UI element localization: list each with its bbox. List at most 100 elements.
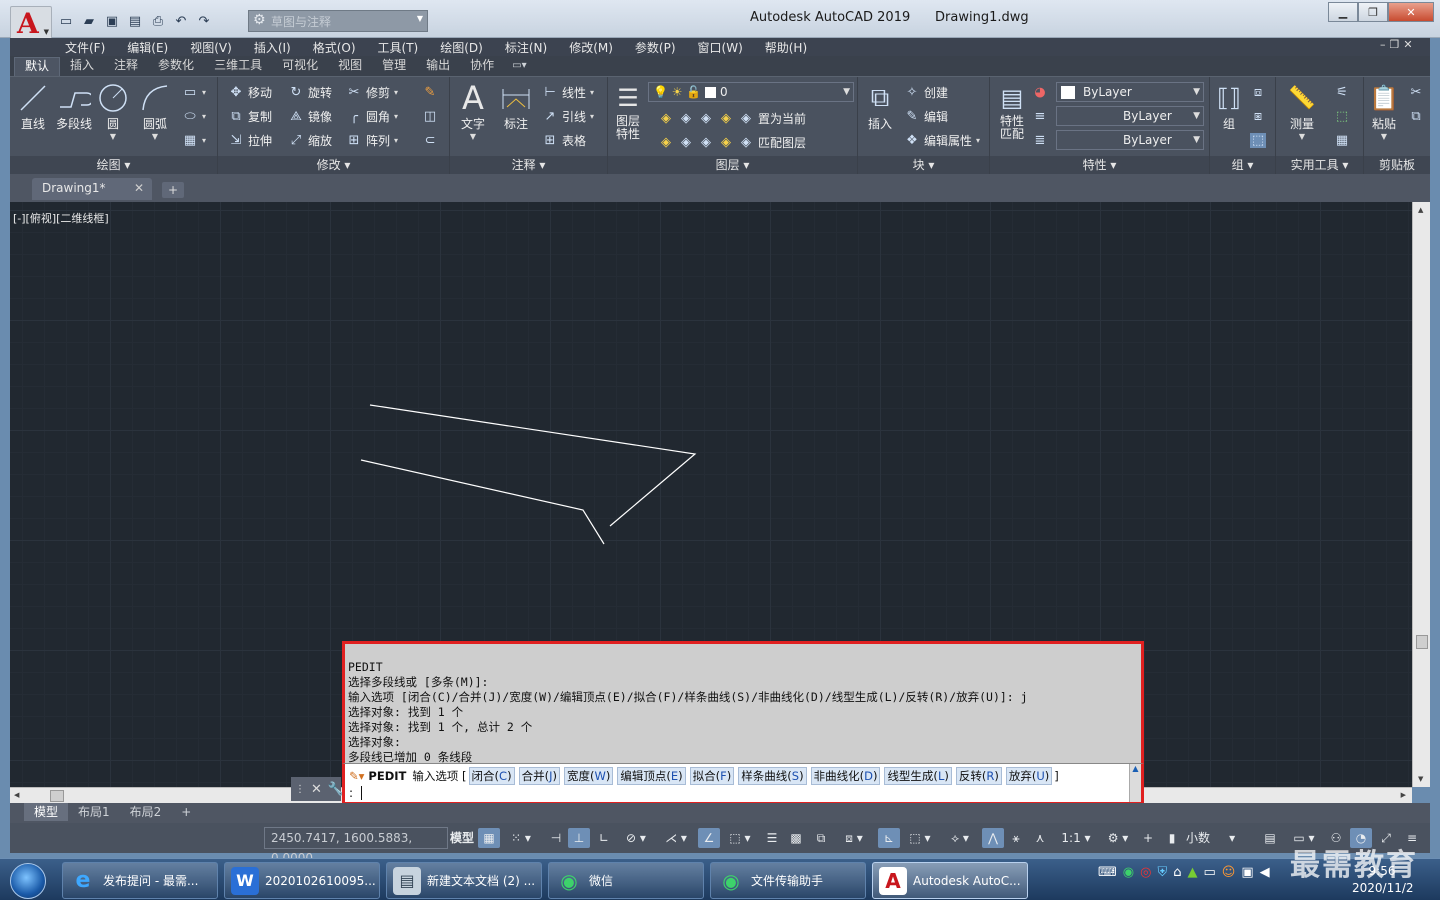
- paste-button[interactable]: 📋 粘贴 ▼: [1366, 81, 1402, 141]
- nvidia-icon[interactable]: ▲: [1187, 865, 1197, 880]
- cut-button[interactable]: ✂: [1408, 81, 1424, 103]
- linetype-icon[interactable]: ≡: [1032, 105, 1048, 127]
- security-icon[interactable]: ⛨: [1157, 865, 1167, 880]
- tab-annotate[interactable]: 注释: [104, 57, 148, 76]
- measure-button[interactable]: 📏 测量 ▼: [1282, 81, 1322, 142]
- group-edit-button[interactable]: ⧆: [1250, 105, 1266, 127]
- match-layer-button[interactable]: 匹配图层: [758, 134, 806, 151]
- command-input[interactable]: ✎▾ PEDIT 输入选项 [ 闭合(C) 合并(J) 宽度(W) 编辑顶点(E…: [342, 763, 1144, 805]
- tab-3d-tools[interactable]: 三维工具: [204, 57, 272, 76]
- horizontal-scroll-thumb[interactable]: [50, 790, 64, 802]
- menu-view[interactable]: 视图(V): [179, 39, 243, 56]
- menu-window[interactable]: 窗口(W): [687, 39, 754, 56]
- monitor-icon[interactable]: ▣: [1241, 865, 1253, 880]
- tab-layout1[interactable]: 布局1: [68, 803, 120, 821]
- wechat-tray-icon[interactable]: ◉: [1123, 865, 1134, 880]
- option-close[interactable]: 闭合(C): [468, 767, 515, 785]
- edit-attributes-button[interactable]: ❖ 编辑属性 ▾: [904, 129, 980, 151]
- infer-constraints-icon[interactable]: ⊣: [546, 828, 566, 848]
- taskbar-item-browser[interactable]: e 发布提问 - 最需...: [62, 862, 218, 899]
- redo-icon[interactable]: ↷: [194, 12, 214, 30]
- option-fit[interactable]: 拟合(F): [689, 767, 735, 785]
- polar-tracking-icon[interactable]: ⊘ ▾: [618, 828, 654, 848]
- menu-modify[interactable]: 修改(M): [558, 39, 624, 56]
- polyline-upper[interactable]: [369, 404, 697, 527]
- display-icon[interactable]: ▭: [1203, 865, 1215, 880]
- tab-home[interactable]: 默认: [14, 57, 61, 76]
- ribbon-options-icon[interactable]: ▭▾: [504, 57, 534, 76]
- scale-button[interactable]: ⤢ 缩放: [288, 129, 332, 151]
- netease-icon[interactable]: ◎: [1140, 865, 1151, 880]
- start-button[interactable]: [2, 859, 54, 900]
- volume-icon[interactable]: ◀: [1260, 865, 1270, 880]
- close-button[interactable]: ✕: [1388, 2, 1434, 22]
- menu-edit[interactable]: 编辑(E): [116, 39, 179, 56]
- selection-filter-icon[interactable]: ⬚ ▾: [902, 828, 938, 848]
- menu-help[interactable]: 帮助(H): [754, 39, 818, 56]
- print-icon[interactable]: ⎙: [148, 12, 168, 30]
- ungroup-button[interactable]: ⧈: [1250, 81, 1266, 103]
- tab-insert[interactable]: 插入: [60, 57, 104, 76]
- layer-on-icon[interactable]: ◈: [658, 135, 674, 150]
- hatch-button[interactable]: ⬭ ▾: [182, 105, 206, 127]
- taskbar-item-autocad[interactable]: A Autodesk AutoC...: [872, 862, 1028, 899]
- menu-draw[interactable]: 绘图(D): [429, 39, 494, 56]
- stretch-button[interactable]: ⇲ 拉伸: [228, 129, 272, 151]
- color-wheel-icon[interactable]: ◕: [1032, 81, 1048, 103]
- option-reverse[interactable]: 反转(R): [955, 767, 1002, 785]
- units-selector[interactable]: 小数 ▾: [1186, 828, 1256, 848]
- object-snap-tracking-icon[interactable]: ∠: [698, 828, 720, 848]
- copy-button[interactable]: ⧉ 复制: [228, 105, 272, 127]
- linear-dim-button[interactable]: ⊢ 线性 ▾: [542, 81, 594, 103]
- panel-properties-title[interactable]: 特性 ▾: [990, 156, 1209, 175]
- circle-button[interactable]: 圆 ▼: [96, 81, 130, 141]
- close-icon[interactable]: ✕: [311, 782, 322, 797]
- hatch-pattern-button[interactable]: ▦ ▾: [182, 129, 206, 151]
- layer-off-icon[interactable]: ◈: [658, 111, 674, 126]
- gizmo-icon[interactable]: ⟡ ▾: [942, 828, 978, 848]
- add-layout-button[interactable]: +: [171, 803, 201, 821]
- command-history-toggle[interactable]: ▲: [1129, 764, 1141, 802]
- explode-button[interactable]: ◫: [422, 105, 438, 127]
- panel-groups-title[interactable]: 组 ▾: [1210, 156, 1275, 175]
- linetype-selector[interactable]: ByLayer ▼: [1056, 106, 1204, 126]
- fillet-button[interactable]: ╭ 圆角 ▾: [346, 105, 398, 127]
- 3d-object-snap-icon[interactable]: ⧈ ▾: [836, 828, 872, 848]
- lineweight-selector[interactable]: ByLayer ▼: [1056, 130, 1204, 150]
- selection-cycling-icon[interactable]: ⧉: [810, 828, 832, 848]
- panel-annotation-title[interactable]: 注释 ▾: [450, 156, 607, 175]
- annotation-visibility-icon[interactable]: ⋀: [982, 828, 1004, 848]
- taskbar-item-notepad[interactable]: ▤ 新建文本文档 (2) ...: [386, 862, 542, 899]
- taskbar-item-wechat[interactable]: ◉ 微信: [548, 862, 704, 899]
- quick-properties-icon[interactable]: ▤: [1260, 828, 1280, 848]
- new-tab-button[interactable]: +: [162, 182, 184, 198]
- save-as-icon[interactable]: ▤: [125, 12, 145, 30]
- menu-parametric[interactable]: 参数(P): [624, 39, 687, 56]
- insert-block-button[interactable]: ⧉ 插入: [862, 81, 898, 132]
- scroll-right-icon[interactable]: ▶: [1401, 791, 1406, 799]
- grid-icon[interactable]: ▦: [478, 828, 500, 848]
- isometric-icon[interactable]: ⋌ ▾: [658, 828, 694, 848]
- option-ltype-gen[interactable]: 线型生成(L): [884, 767, 952, 785]
- tab-manage[interactable]: 管理: [372, 57, 416, 76]
- command-line-handle[interactable]: ⋮ ✕ 🔧: [291, 777, 344, 801]
- tab-model[interactable]: 模型: [24, 803, 69, 821]
- tab-view[interactable]: 视图: [328, 57, 372, 76]
- polyline-lower[interactable]: [360, 459, 605, 545]
- layer-lock-icon[interactable]: ◈: [718, 111, 734, 126]
- group-button[interactable]: ⟦⟧ 组: [1212, 81, 1246, 132]
- lineweight-icon[interactable]: ≣: [1032, 129, 1048, 151]
- user-icon[interactable]: ☺: [1222, 865, 1236, 880]
- annotation-monitor-icon[interactable]: +: [1138, 828, 1158, 848]
- document-window-controls[interactable]: –❐✕: [1380, 38, 1417, 51]
- lineweight-toggle-icon[interactable]: ☰: [762, 828, 782, 848]
- annotation-scale-icon[interactable]: ⋏: [1030, 828, 1050, 848]
- arc-button[interactable]: 圆弧 ▼: [138, 81, 172, 141]
- table-button[interactable]: ⊞ 表格: [542, 129, 586, 151]
- taskbar-item-document[interactable]: W 2020102610095...: [224, 862, 380, 899]
- menu-tools[interactable]: 工具(T): [367, 39, 430, 56]
- erase-button[interactable]: ✎: [422, 81, 438, 103]
- panel-clipboard-title[interactable]: 剪贴板: [1364, 156, 1430, 175]
- layer-isolate-icon[interactable]: ◈: [678, 111, 694, 126]
- option-undo[interactable]: 放弃(U): [1005, 767, 1053, 785]
